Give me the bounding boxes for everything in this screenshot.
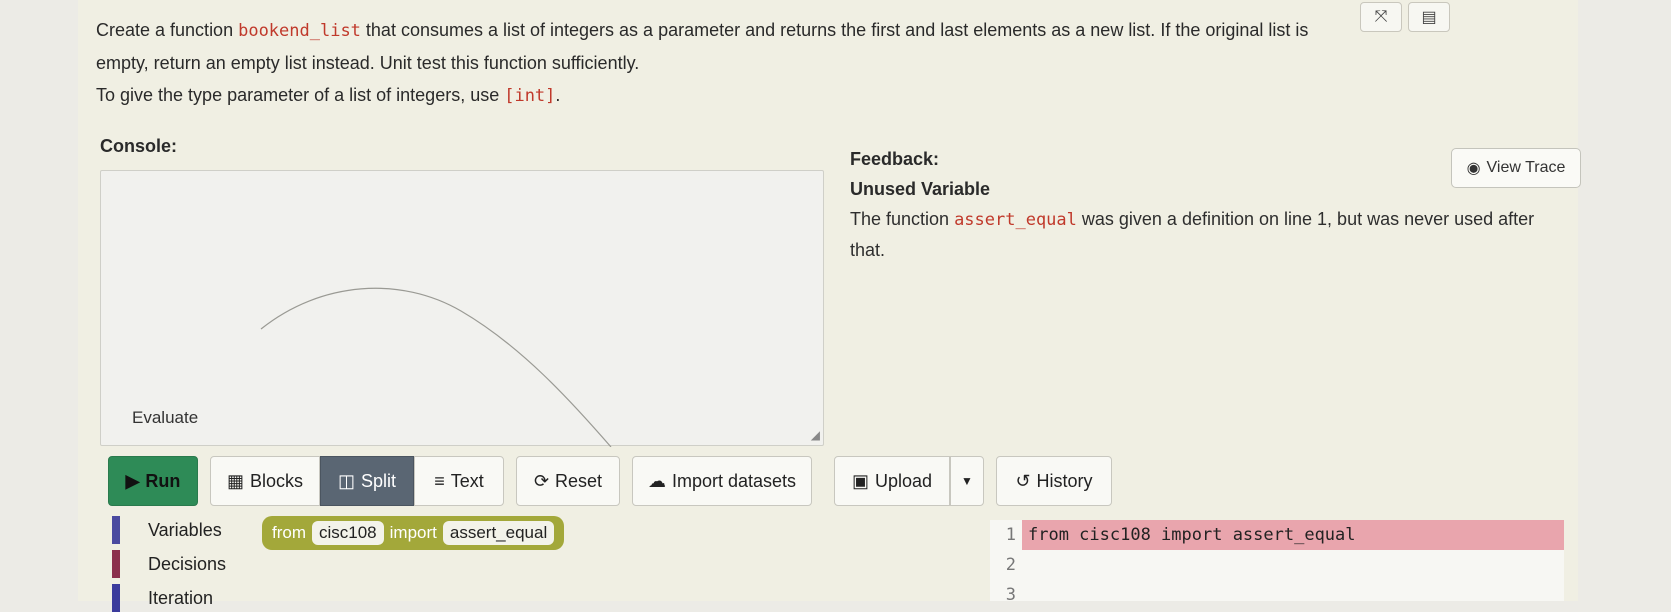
text-label: Text — [450, 470, 484, 491]
instructions-paragraph-1: Create a function bookend_list that cons… — [96, 14, 1326, 79]
code-line[interactable] — [1022, 550, 1564, 580]
category-decisions[interactable]: Decisions — [148, 554, 226, 575]
view-trace-button[interactable]: ◉ View Trace — [1451, 148, 1581, 188]
upload-label: Upload — [874, 470, 933, 491]
block-keyword-from: from — [272, 523, 306, 542]
line-gutter: 1 2 3 — [990, 520, 1020, 605]
block-keyword-import: import — [389, 523, 437, 542]
upload-dropdown-button[interactable]: ▼ — [950, 456, 984, 506]
code-line[interactable] — [1022, 580, 1564, 610]
feedback-message: The function assert_equal was given a de… — [850, 204, 1570, 265]
split-button[interactable]: ◫ Split — [320, 456, 414, 506]
instructions: Create a function bookend_list that cons… — [96, 14, 1326, 112]
run-label: Run — [145, 470, 181, 491]
history-icon: ↺ — [1015, 470, 1031, 491]
line-number: 2 — [1005, 555, 1016, 575]
line-number: 3 — [1005, 585, 1016, 605]
block-name-slot[interactable]: assert_equal — [442, 521, 555, 545]
top-icon-group: ⤧ ▤ — [1360, 2, 1450, 32]
import-block[interactable]: from cisc108 import assert_equal — [262, 516, 565, 550]
import-datasets-button[interactable]: ☁ Import datasets — [632, 456, 812, 506]
code-editor[interactable]: 1 2 3 from cisc108 import assert_equal — [990, 520, 1564, 605]
console-glare — [260, 287, 612, 447]
console-label: Console: — [100, 136, 178, 156]
refresh-icon: ⟳ — [533, 470, 550, 491]
feedback-text: The function — [850, 209, 955, 229]
instructions-text: To give the type parameter of a list of … — [96, 85, 505, 105]
run-button[interactable]: ▶ Run — [108, 456, 198, 506]
upload-button[interactable]: ▣ Upload — [834, 456, 950, 506]
code-line-error[interactable]: from cisc108 import assert_equal — [1022, 520, 1564, 550]
code-type-param: [int] — [504, 86, 556, 106]
reset-button[interactable]: ⟳ Reset — [516, 456, 620, 506]
category-color-variables — [112, 516, 120, 544]
shuffle-icon[interactable]: ⤧ — [1360, 2, 1402, 32]
text-button[interactable]: ≡ Text — [414, 456, 504, 506]
text-lines-icon: ≡ — [434, 470, 445, 491]
code-unused-name: assert_equal — [954, 210, 1077, 230]
category-color-decisions — [112, 550, 120, 578]
list-icon[interactable]: ▤ — [1408, 2, 1450, 32]
import-datasets-label: Import datasets — [671, 470, 797, 491]
instructions-paragraph-2: To give the type parameter of a list of … — [96, 79, 1326, 112]
blocks-label: Blocks — [250, 470, 304, 491]
reset-label: Reset — [555, 470, 603, 491]
split-icon: ◫ — [337, 470, 355, 491]
history-label: History — [1036, 470, 1093, 491]
eye-icon: ◉ — [1466, 160, 1481, 177]
split-label: Split — [361, 470, 397, 491]
instructions-text: Create a function — [96, 20, 239, 40]
instructions-text: . — [555, 85, 561, 105]
category-iteration[interactable]: Iteration — [148, 588, 213, 609]
play-icon: ▶ — [125, 470, 140, 491]
upload-file-icon: ▣ — [851, 470, 869, 491]
resize-grip-icon[interactable]: ◢ — [811, 428, 820, 442]
history-button[interactable]: ↺ History — [996, 456, 1112, 506]
console-box[interactable]: ◢ — [100, 170, 824, 447]
view-trace-label: View Trace — [1486, 159, 1566, 176]
code-function-name: bookend_list — [238, 21, 361, 41]
caret-down-icon: ▼ — [961, 474, 973, 488]
blocks-button[interactable]: ▦ Blocks — [210, 456, 320, 506]
line-number: 1 — [1005, 525, 1016, 545]
cloud-icon: ☁ — [647, 470, 666, 491]
category-variables[interactable]: Variables — [148, 520, 222, 541]
blocks-icon: ▦ — [226, 470, 244, 491]
block-module-slot[interactable]: cisc108 — [312, 521, 384, 545]
evaluate-label[interactable]: Evaluate — [132, 408, 198, 428]
category-color-iteration — [112, 584, 120, 612]
